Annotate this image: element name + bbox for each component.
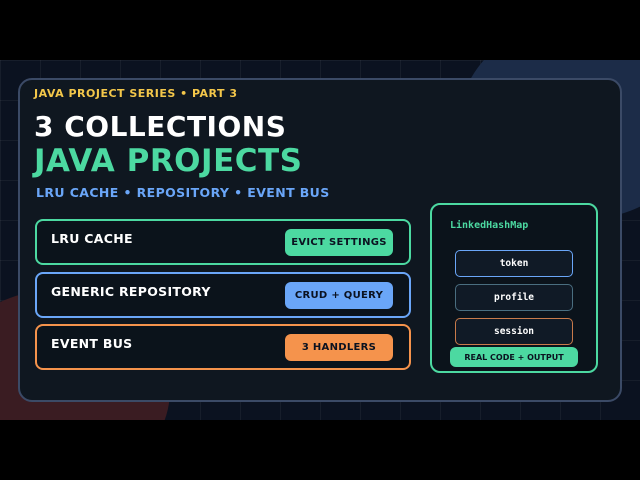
project-row-lru-cache: LRU CACHE EVICT SETTINGS [35, 219, 411, 265]
project-label: LRU CACHE [51, 231, 133, 246]
panel-title: LinkedHashMap [450, 220, 529, 231]
map-entry: session [455, 318, 573, 345]
map-entry: token [455, 250, 573, 277]
project-label: GENERIC REPOSITORY [51, 284, 211, 299]
subtitle: LRU CACHE • REPOSITORY • EVENT BUS [36, 185, 330, 200]
project-tag: CRUD + QUERY [285, 282, 393, 309]
project-tag: EVICT SETTINGS [285, 229, 393, 256]
series-kicker: JAVA PROJECT SERIES • PART 3 [34, 87, 238, 100]
project-tag: 3 HANDLERS [285, 334, 393, 361]
panel-badge: REAL CODE + OUTPUT [450, 347, 578, 367]
map-entry: profile [455, 284, 573, 311]
title-line-1: 3 COLLECTIONS [34, 110, 287, 143]
project-row-event-bus: EVENT BUS 3 HANDLERS [35, 324, 411, 370]
project-label: EVENT BUS [51, 336, 133, 351]
title-line-2: JAVA PROJECTS [34, 143, 303, 179]
project-row-generic-repository: GENERIC REPOSITORY CRUD + QUERY [35, 272, 411, 318]
